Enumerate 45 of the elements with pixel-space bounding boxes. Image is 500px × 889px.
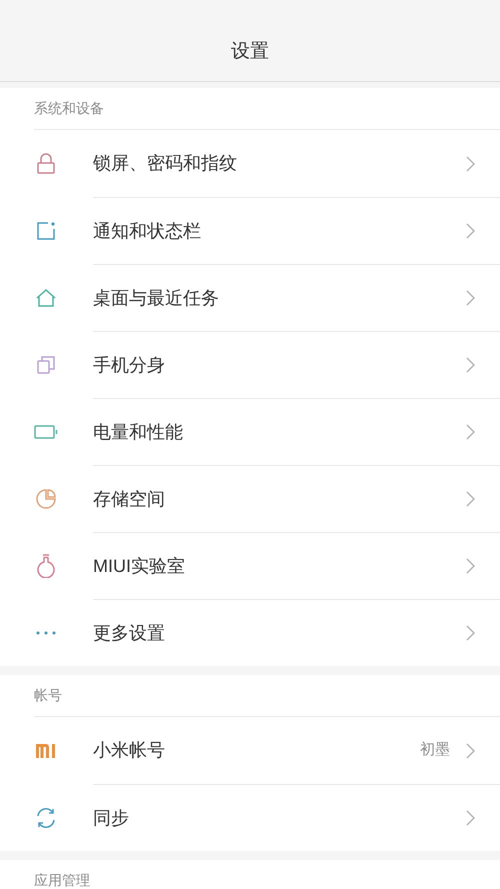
flask-icon: [36, 554, 56, 578]
pie-chart-icon: [35, 488, 57, 510]
row-label: 小米帐号: [93, 739, 166, 762]
row-label: 通知和状态栏: [93, 220, 202, 242]
lock-icon: [36, 152, 56, 174]
row-label: 手机分身: [93, 354, 166, 376]
settings-row[interactable]: 小米帐号 初墨: [0, 717, 500, 784]
settings-row[interactable]: 同步: [0, 784, 500, 851]
chevron-right-icon: [466, 156, 475, 172]
row-label: 电量和性能: [93, 420, 184, 444]
battery-icon: [34, 424, 58, 440]
row-label: MIUI实验室: [93, 554, 186, 578]
more-icon: [36, 630, 56, 634]
settings-row[interactable]: 通知和状态栏: [0, 197, 500, 264]
chevron-right-icon: [466, 357, 475, 373]
section-header: 帐号: [34, 686, 62, 705]
notification-icon: [36, 220, 56, 240]
page-title: 设置: [231, 40, 269, 64]
chevron-right-icon: [466, 424, 475, 440]
settings-row[interactable]: MIUI实验室: [0, 532, 500, 599]
row-label: 锁屏、密码和指纹: [93, 152, 238, 175]
section-header: 系统和设备: [34, 99, 104, 118]
home-icon: [35, 288, 57, 308]
chevron-right-icon: [466, 558, 475, 574]
row-label: 同步: [93, 806, 130, 830]
settings-row[interactable]: 锁屏、密码和指纹: [0, 130, 500, 197]
logo-icon: [36, 744, 56, 758]
row-label: 桌面与最近任务: [93, 286, 220, 310]
chevron-right-icon: [466, 290, 475, 306]
settings-row[interactable]: 手机分身: [0, 331, 500, 398]
row-label: 存储空间: [93, 488, 166, 510]
section-header: 应用管理: [34, 871, 90, 889]
row-value: 初墨: [420, 740, 450, 760]
settings-row[interactable]: 更多设置: [0, 599, 500, 666]
chevron-right-icon: [466, 491, 475, 507]
chevron-right-icon: [466, 810, 475, 826]
chevron-right-icon: [466, 742, 475, 758]
chevron-right-icon: [466, 625, 475, 641]
settings-row[interactable]: 存储空间: [0, 465, 500, 532]
chevron-right-icon: [466, 223, 475, 239]
settings-row[interactable]: 桌面与最近任务: [0, 264, 500, 331]
settings-row[interactable]: 电量和性能: [0, 398, 500, 465]
sync-icon: [35, 806, 57, 828]
copy-icon: [36, 354, 56, 374]
row-label: 更多设置: [93, 622, 166, 644]
